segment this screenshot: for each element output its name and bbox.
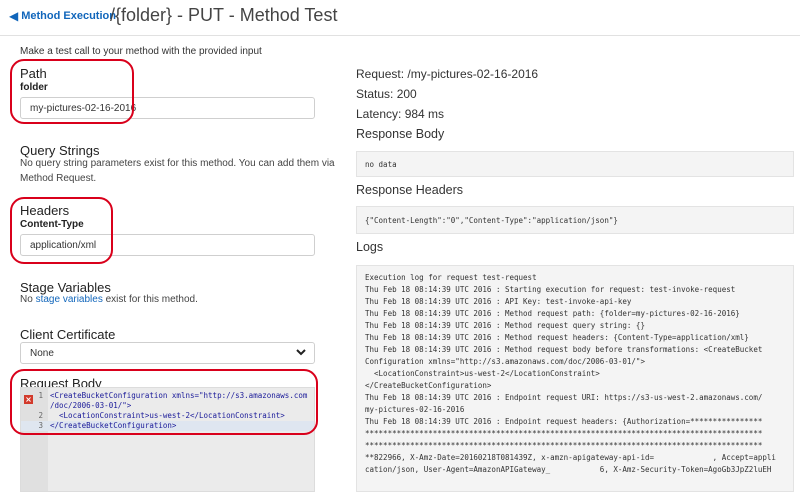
log-line: ****************************************… (365, 429, 763, 438)
log-line: Configuration xmlns="http://s3.amazonaws… (365, 357, 645, 366)
response-latency-line: Latency: 984 ms (356, 107, 445, 121)
query-strings-help: No query string parameters exist for thi… (20, 156, 335, 186)
page-title: /{folder} - PUT - Method Test (110, 5, 338, 25)
log-line: Thu Feb 18 08:14:39 UTC 2016 : Starting … (365, 285, 736, 294)
response-headers-text: {"Content-Length":"0","Content-Type":"ap… (365, 216, 618, 225)
client-certificate-select[interactable]: None (20, 342, 315, 364)
stage-variables-suffix: exist for this method. (105, 294, 198, 305)
log-line: Thu Feb 18 08:14:39 UTC 2016 : Method re… (365, 345, 763, 354)
log-line: Thu Feb 18 08:14:39 UTC 2016 : API Key: … (365, 297, 632, 306)
query-strings-help-line2: Method Request. (20, 173, 97, 184)
response-headers-box: {"Content-Length":"0","Content-Type":"ap… (356, 206, 794, 234)
intro-text: Make a test call to your method with the… (20, 46, 262, 57)
stage-variables-prefix: No (20, 294, 33, 305)
log-line: Execution log for request test-request (365, 273, 537, 282)
top-bar: ◀ Method Execution /{folder} - PUT - Met… (0, 0, 800, 36)
query-strings-help-line1: No query string parameters exist for thi… (20, 158, 335, 169)
log-line: Thu Feb 18 08:14:39 UTC 2016 : Method re… (365, 321, 645, 330)
response-status-line: Status: 200 (356, 87, 417, 101)
arrow-left-icon: ◀ (9, 8, 19, 23)
client-certificate-selected: None (30, 348, 54, 359)
response-body-title: Response Body (356, 127, 445, 141)
log-line: Thu Feb 18 08:14:39 UTC 2016 : Endpoint … (365, 417, 763, 426)
response-headers-title: Response Headers (356, 183, 464, 197)
log-line: my-pictures-02-16-2016 (365, 405, 465, 414)
logs-box: Execution log for request test-request T… (356, 265, 794, 492)
log-line: Thu Feb 18 08:14:39 UTC 2016 : Method re… (365, 309, 740, 318)
chevron-down-icon (296, 349, 306, 356)
annotation-oval-request-body (10, 369, 318, 435)
log-line: cation/json, User-Agent=AmazonAPIGateway… (365, 465, 772, 474)
back-link-label: Method Execution (21, 10, 116, 22)
annotation-oval-path (10, 59, 134, 124)
log-line: Thu Feb 18 08:14:39 UTC 2016 : Endpoint … (365, 393, 763, 402)
client-certificate-title: Client Certificate (20, 327, 116, 342)
log-line: </CreateBucketConfiguration> (365, 381, 492, 390)
log-line: Thu Feb 18 08:14:39 UTC 2016 : Method re… (365, 333, 749, 342)
response-body-box: no data (356, 151, 794, 177)
annotation-oval-headers (10, 197, 113, 264)
log-line: <LocationConstraint>us-west-2</LocationC… (365, 369, 600, 378)
log-line: ****************************************… (365, 441, 763, 450)
back-to-method-execution-link[interactable]: ◀ Method Execution (9, 8, 116, 23)
log-line: **822966, X-Amz-Date=20160218T081439Z, x… (365, 453, 776, 462)
response-body-text: no data (365, 160, 397, 169)
stage-variables-link[interactable]: stage variables (36, 294, 103, 305)
response-request-line: Request: /my-pictures-02-16-2016 (356, 67, 539, 81)
logs-title: Logs (356, 240, 384, 254)
stage-variables-help: No stage variables exist for this method… (20, 292, 198, 307)
